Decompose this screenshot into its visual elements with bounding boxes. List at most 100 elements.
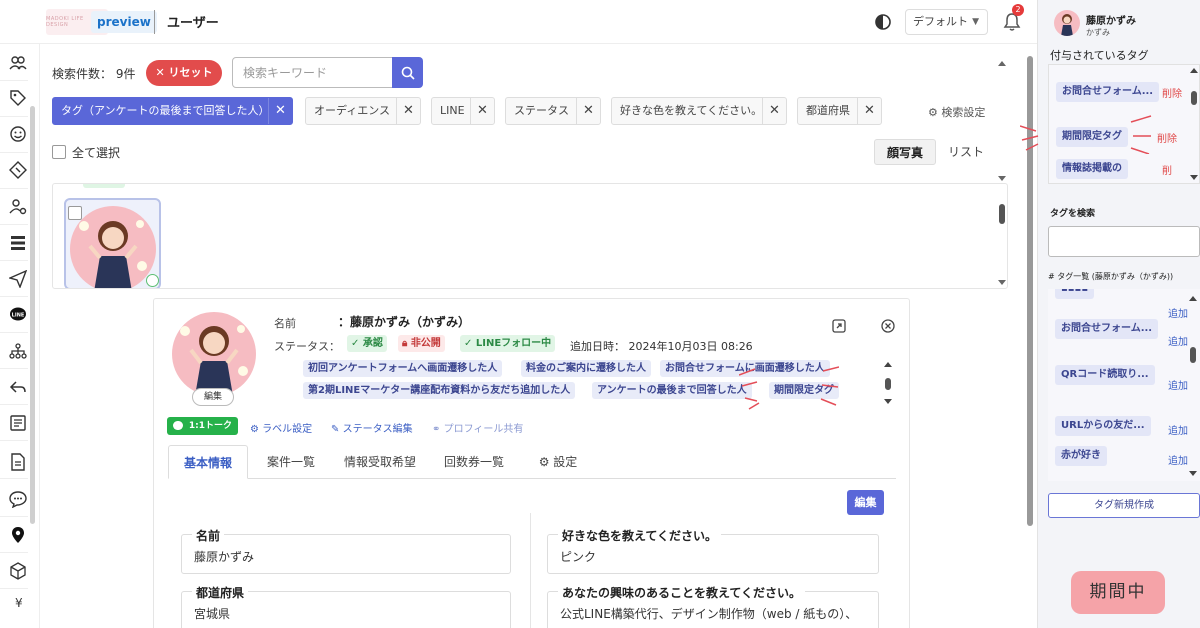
avatar-edit-button[interactable]: 編集 [192,388,234,406]
assigned-scrollbar[interactable] [1189,67,1199,183]
tag-list-scrollbar[interactable] [1188,295,1198,479]
filter-scrollbar[interactable] [998,60,1006,182]
tab-basic-info[interactable]: 基本情報 [168,445,248,479]
tab-cases[interactable]: 案件一覧 [254,445,328,479]
field-label: 都道府県 [192,584,249,601]
view-mode-list[interactable]: リスト [936,139,996,165]
field-favorite-color: 好きな色を教えてください。 ピンク [547,527,879,574]
filter-chip-color[interactable]: 好きな色を教えてください。 ✕ [611,97,787,125]
select-all[interactable]: 全て選択 [52,144,120,161]
card-checkbox[interactable] [68,206,82,220]
rail-separator [0,588,28,589]
status-label: ステータス： [274,340,340,353]
user-card[interactable] [64,198,161,288]
gear-icon: ⚙ [538,455,550,469]
assigned-tag: お問合せフォーム... [1056,82,1160,102]
filter-chip-status[interactable]: ステータス ✕ [505,97,601,125]
field-label: 名前 [192,527,225,544]
view-mode-photo[interactable]: 顔写真 [874,139,936,165]
grid-scrollbar[interactable] [998,192,1006,286]
close-icon[interactable]: ✕ [576,98,600,124]
ticket-icon[interactable] [9,161,27,179]
expand-icon[interactable] [832,319,846,333]
user-tag[interactable]: 第2期LINEマーケター講座配布資料から友だち追加した人 [303,382,576,399]
tags-scrollbar[interactable] [883,362,893,406]
list-icon[interactable] [9,234,27,252]
document-list-icon[interactable] [9,414,27,432]
smile-icon[interactable] [9,125,27,143]
search-input[interactable] [232,57,394,88]
form-icon[interactable] [9,453,27,471]
user-tag[interactable]: 初回アンケートフォームへ画面遷移した人 [303,360,503,377]
user-tag[interactable]: 料金のご案内に遷移した人 [521,360,651,377]
reply-icon[interactable] [9,378,27,396]
filter-chip-tag[interactable]: タグ（アンケートの最後まで回答した人） ✕ [52,97,293,125]
profile-share-link[interactable]: ⚭ プロフィール共有 [432,420,523,435]
user-settings-icon[interactable] [9,198,27,216]
search-button[interactable] [392,57,423,88]
close-icon[interactable]: ✕ [268,98,292,124]
theme-toggle-icon[interactable] [873,12,893,32]
field-label: あなたの興味のあることを教えてください。 [558,584,806,601]
reset-button[interactable]: ✕ リセット [146,60,222,86]
svg-text:LINE: LINE [12,313,25,319]
filter-chip-prefecture[interactable]: 都道府県 ✕ [797,97,882,125]
available-tags-list: ▪▪▪▪ 追加 お問合せフォーム... 追加 QRコード読取り... 追加 UR… [1048,289,1200,481]
page-title: ユーザー [167,16,219,31]
label-settings-link[interactable]: ⚙ ラベル設定 [250,420,312,435]
available-tag: QRコード読取り... [1055,365,1155,385]
close-icon[interactable]: ✕ [762,98,786,124]
search-settings-link[interactable]: ⚙ 検索設定 [928,104,985,120]
added-date: 追加日時： 2024年10月03日 08:26 [570,340,753,353]
delete-tag-link[interactable]: 削除 [1162,85,1182,100]
close-icon[interactable]: ✕ [396,98,420,124]
delete-tag-link[interactable]: 削除 [1157,130,1177,145]
tab-info-request[interactable]: 情報受取希望 [338,445,422,479]
highlight-marks [1020,125,1039,151]
result-count: 検索件数： 9件 [52,67,136,81]
tab-settings[interactable]: ⚙ 設定 [528,445,588,479]
add-tag-link[interactable]: 追加 [1168,305,1188,320]
filter-chip-line[interactable]: LINE ✕ [431,97,495,125]
select-all-checkbox[interactable] [52,145,66,159]
tag-panel: 藤原かずみ かずみ 付与されているタグ お問合せフォーム... 削除 期間限定タ… [1020,0,1200,628]
field-value: 公式LINE構築代行、デザイン制作物（web / 紙もの）、 [560,607,858,621]
rail-separator [0,224,28,225]
create-tag-button[interactable]: タグ新規作成 [1048,493,1200,518]
rail-scrollbar[interactable] [30,106,35,524]
org-chart-icon[interactable] [9,342,27,360]
close-icon[interactable]: ✕ [470,98,494,124]
view-select[interactable]: デフォルト ▼ [905,9,988,35]
tab-tickets[interactable]: 回数券一覧 [432,445,516,479]
add-tag-link[interactable]: 追加 [1168,422,1188,437]
add-tag-link[interactable]: 追加 [1168,333,1188,348]
map-pin-icon[interactable] [9,526,27,544]
user-tag[interactable]: アンケートの最後まで回答した人 [592,382,752,399]
rail-separator [0,260,28,261]
sidebar-rail: LINE ¥ [0,44,40,628]
edit-button[interactable]: 編集 [847,490,884,515]
tag-icon[interactable] [9,89,27,107]
close-icon[interactable]: ✕ [857,98,881,124]
send-icon[interactable] [9,270,27,288]
add-tag-link[interactable]: 追加 [1168,377,1188,392]
one-on-one-talk-button[interactable]: 1:1トーク [167,417,238,435]
delete-tag-link[interactable]: 削 [1162,162,1172,177]
chat-icon[interactable] [9,490,27,508]
available-tag-partial: ▪▪▪▪ [1055,289,1095,299]
close-icon[interactable] [881,319,895,333]
status-edit-link[interactable]: ✎ ステータス編集 [331,420,413,435]
notification-badge: 2 [1012,4,1024,16]
users-icon[interactable] [9,54,27,72]
field-interest: あなたの興味のあることを教えてください。 公式LINE構築代行、デザイン制作物（… [547,584,879,628]
yen-icon[interactable]: ¥ [15,596,23,610]
search-icon [401,66,415,80]
field-prefecture: 都道府県 宮城県 [181,584,511,628]
add-tag-link[interactable]: 追加 [1168,452,1188,467]
tag-search-input[interactable] [1048,226,1200,257]
box-icon[interactable] [9,562,27,580]
panel-user-name: 藤原かずみ [1086,16,1136,27]
field-value: 宮城県 [194,607,231,621]
filter-chip-audience[interactable]: オーディエンス ✕ [305,97,421,125]
line-icon[interactable]: LINE [9,306,27,324]
